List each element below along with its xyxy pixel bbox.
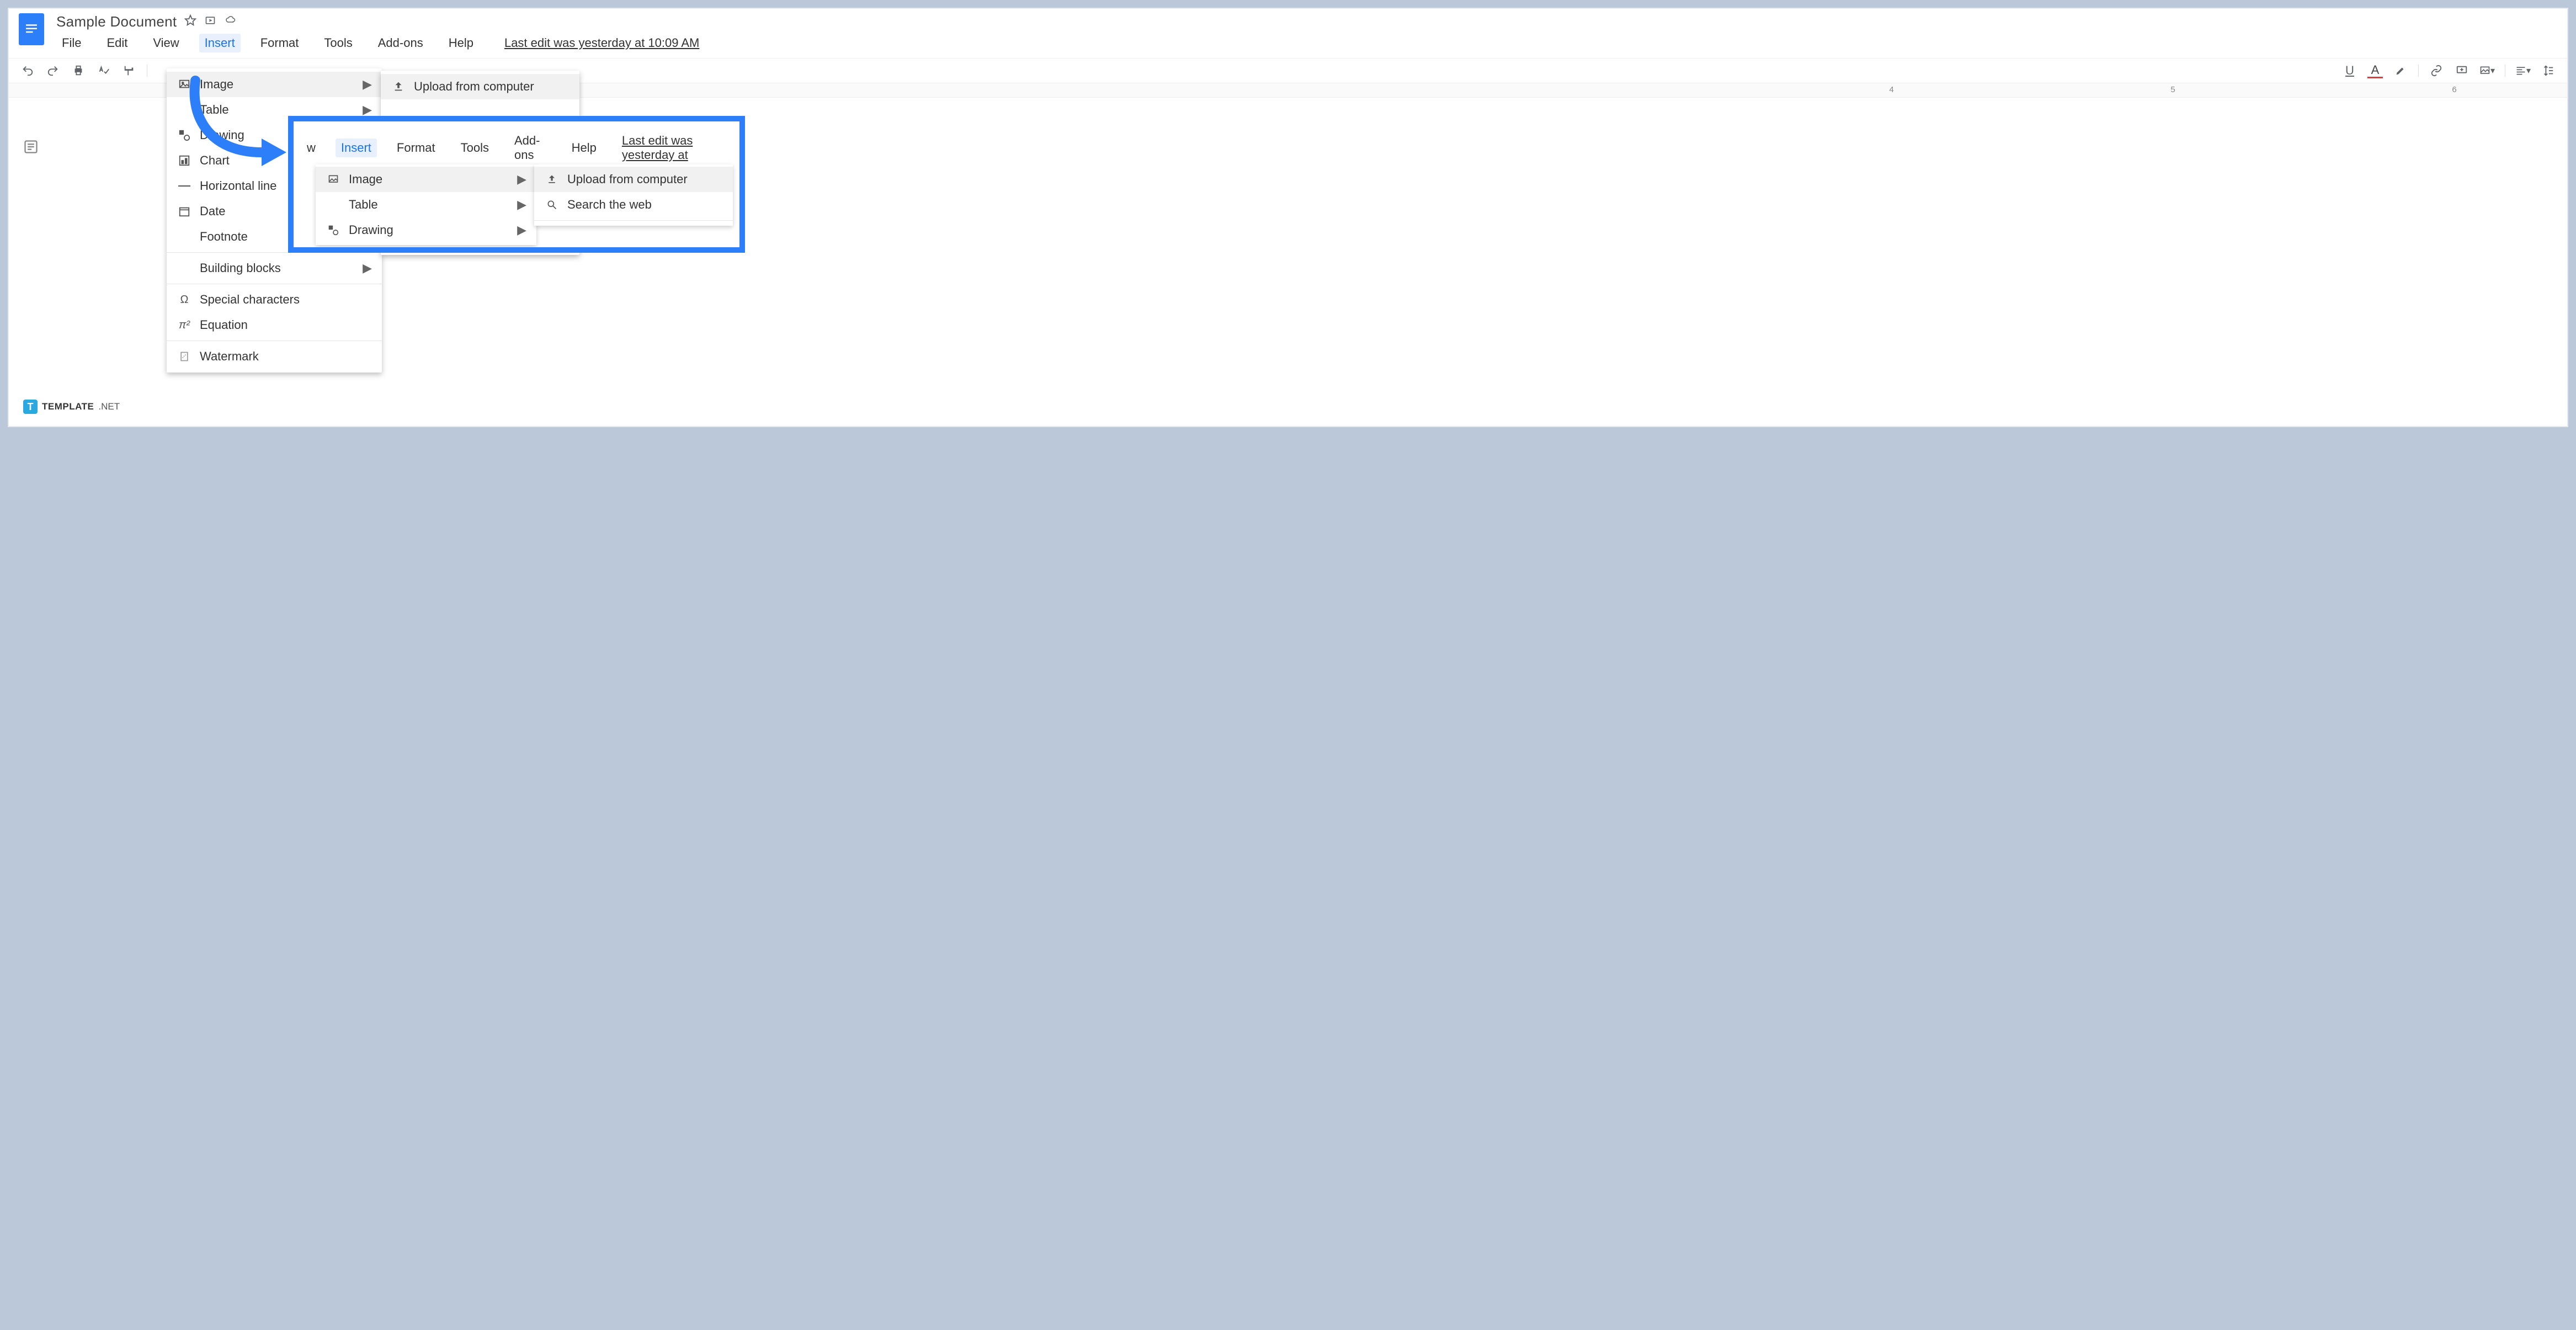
callout-insert-drawing[interactable]: Drawing ▶ [316, 217, 536, 243]
callout-image-submenu: Upload from computer Search the web [534, 164, 733, 226]
watermark-brand: TEMPLATE [42, 401, 94, 412]
underline-icon[interactable]: U [2342, 63, 2357, 78]
insert-building-blocks[interactable]: Building blocks ▶ [167, 256, 382, 281]
align-icon[interactable]: ▾ [2515, 63, 2531, 78]
callout-insert-menu: Image ▶ Table ▶ Drawing ▶ [316, 164, 536, 245]
chevron-right-icon: ▶ [517, 198, 526, 212]
image-icon [178, 78, 191, 91]
callout-menu-tools[interactable]: Tools [455, 139, 494, 157]
callout-menu-format[interactable]: Format [391, 139, 441, 157]
menu-edit[interactable]: Edit [101, 34, 133, 52]
star-icon[interactable] [184, 14, 196, 29]
menu-format[interactable]: Format [255, 34, 305, 52]
menu-separator [534, 220, 733, 221]
drawing-icon [327, 224, 340, 237]
insert-bb-label: Building blocks [200, 261, 281, 275]
menu-help[interactable]: Help [443, 34, 479, 52]
ruler-mark: 4 [1889, 85, 1893, 94]
ruler-mark: 6 [2452, 85, 2456, 94]
drawing-icon [178, 129, 191, 142]
callout-insert-image[interactable]: Image ▶ [316, 167, 536, 192]
upload-label: Upload from computer [414, 79, 534, 94]
callout-search-web[interactable]: Search the web [534, 192, 733, 217]
callout-menubar: w Insert Format Tools Add-ons Help Last … [294, 129, 739, 170]
ruler-mark: 5 [2170, 85, 2175, 94]
insert-image-label: Image [200, 77, 233, 92]
insert-eq-label: Equation [200, 318, 248, 332]
callout-menu-help[interactable]: Help [566, 139, 602, 157]
spellcheck-icon[interactable] [96, 63, 111, 78]
insert-date-label: Date [200, 204, 225, 219]
doc-title[interactable]: Sample Document [56, 13, 177, 30]
callout-menu-insert[interactable]: Insert [336, 139, 377, 157]
insert-drawing-label: Drawing [200, 128, 244, 142]
redo-icon[interactable] [45, 63, 61, 78]
insert-equation[interactable]: π² Equation [167, 312, 382, 338]
menu-insert[interactable]: Insert [199, 34, 241, 52]
watermark-logo-icon: T [23, 400, 38, 414]
chart-icon [178, 154, 191, 167]
docs-app-icon[interactable] [19, 13, 44, 45]
menu-view[interactable]: View [147, 34, 184, 52]
pi-icon: π² [178, 318, 191, 332]
callout-upload-label: Upload from computer [567, 172, 688, 187]
insert-image[interactable]: Image ▶ [167, 72, 382, 97]
date-icon [178, 205, 191, 218]
undo-icon[interactable] [20, 63, 35, 78]
insert-table-label: Table [200, 103, 229, 117]
app-frame: Sample Document File Edit View Insert Fo… [8, 8, 2568, 427]
last-edit-link[interactable]: Last edit was yesterday at 10:09 AM [499, 34, 705, 52]
menu-file[interactable]: File [56, 34, 87, 52]
watermark-icon [178, 350, 191, 363]
title-bar: Sample Document File Edit View Insert Fo… [9, 9, 2567, 58]
menu-tools[interactable]: Tools [318, 34, 358, 52]
insert-chart-label: Chart [200, 153, 230, 168]
upload-from-computer[interactable]: Upload from computer [381, 74, 579, 99]
insert-watermark[interactable]: Watermark [167, 344, 382, 369]
paint-format-icon[interactable] [121, 63, 137, 78]
callout-image-label: Image [349, 172, 382, 187]
callout-search-label: Search the web [567, 198, 652, 212]
cloud-status-icon[interactable] [224, 15, 237, 28]
callout-last-edit[interactable]: Last edit was yesterday at [616, 131, 726, 164]
callout-box: w Insert Format Tools Add-ons Help Last … [288, 116, 745, 253]
callout-table-label: Table [349, 198, 378, 212]
outline-icon[interactable] [23, 139, 39, 157]
insert-footnote-label: Footnote [200, 230, 248, 244]
callout-insert-table[interactable]: Table ▶ [316, 192, 536, 217]
highlight-icon[interactable] [2393, 63, 2408, 78]
chevron-right-icon: ▶ [517, 223, 526, 237]
chevron-right-icon: ▶ [363, 261, 372, 275]
callout-menu-addons[interactable]: Add-ons [509, 131, 552, 164]
print-icon[interactable] [71, 63, 86, 78]
hr-icon [178, 179, 191, 193]
insert-special-chars[interactable]: Ω Special characters [167, 287, 382, 312]
upload-icon [392, 80, 405, 93]
toolbar-separator [2418, 65, 2419, 77]
menu-bar: File Edit View Insert Format Tools Add-o… [56, 30, 705, 58]
link-icon[interactable] [2429, 63, 2444, 78]
chevron-right-icon: ▶ [517, 172, 526, 187]
move-icon[interactable] [204, 15, 216, 29]
watermark-badge: T TEMPLATE .NET [23, 400, 120, 414]
text-color-icon[interactable]: A [2367, 63, 2383, 78]
insert-hr-label: Horizontal line [200, 179, 276, 193]
image-icon [327, 173, 340, 186]
upload-icon [545, 173, 558, 186]
chevron-right-icon: ▶ [363, 103, 372, 117]
watermark-tld: .NET [98, 401, 120, 412]
comment-icon[interactable] [2454, 63, 2469, 78]
insert-special-label: Special characters [200, 292, 300, 307]
callout-drawing-label: Drawing [349, 223, 393, 237]
line-spacing-icon[interactable] [2541, 63, 2556, 78]
chevron-right-icon: ▶ [363, 77, 372, 92]
omega-icon: Ω [178, 293, 191, 306]
menu-addons[interactable]: Add-ons [372, 34, 429, 52]
search-icon [545, 198, 558, 211]
callout-menu-fragment: w [307, 139, 321, 157]
image-icon[interactable]: ▾ [2479, 63, 2495, 78]
callout-upload[interactable]: Upload from computer [534, 167, 733, 192]
insert-wm-label: Watermark [200, 349, 259, 364]
